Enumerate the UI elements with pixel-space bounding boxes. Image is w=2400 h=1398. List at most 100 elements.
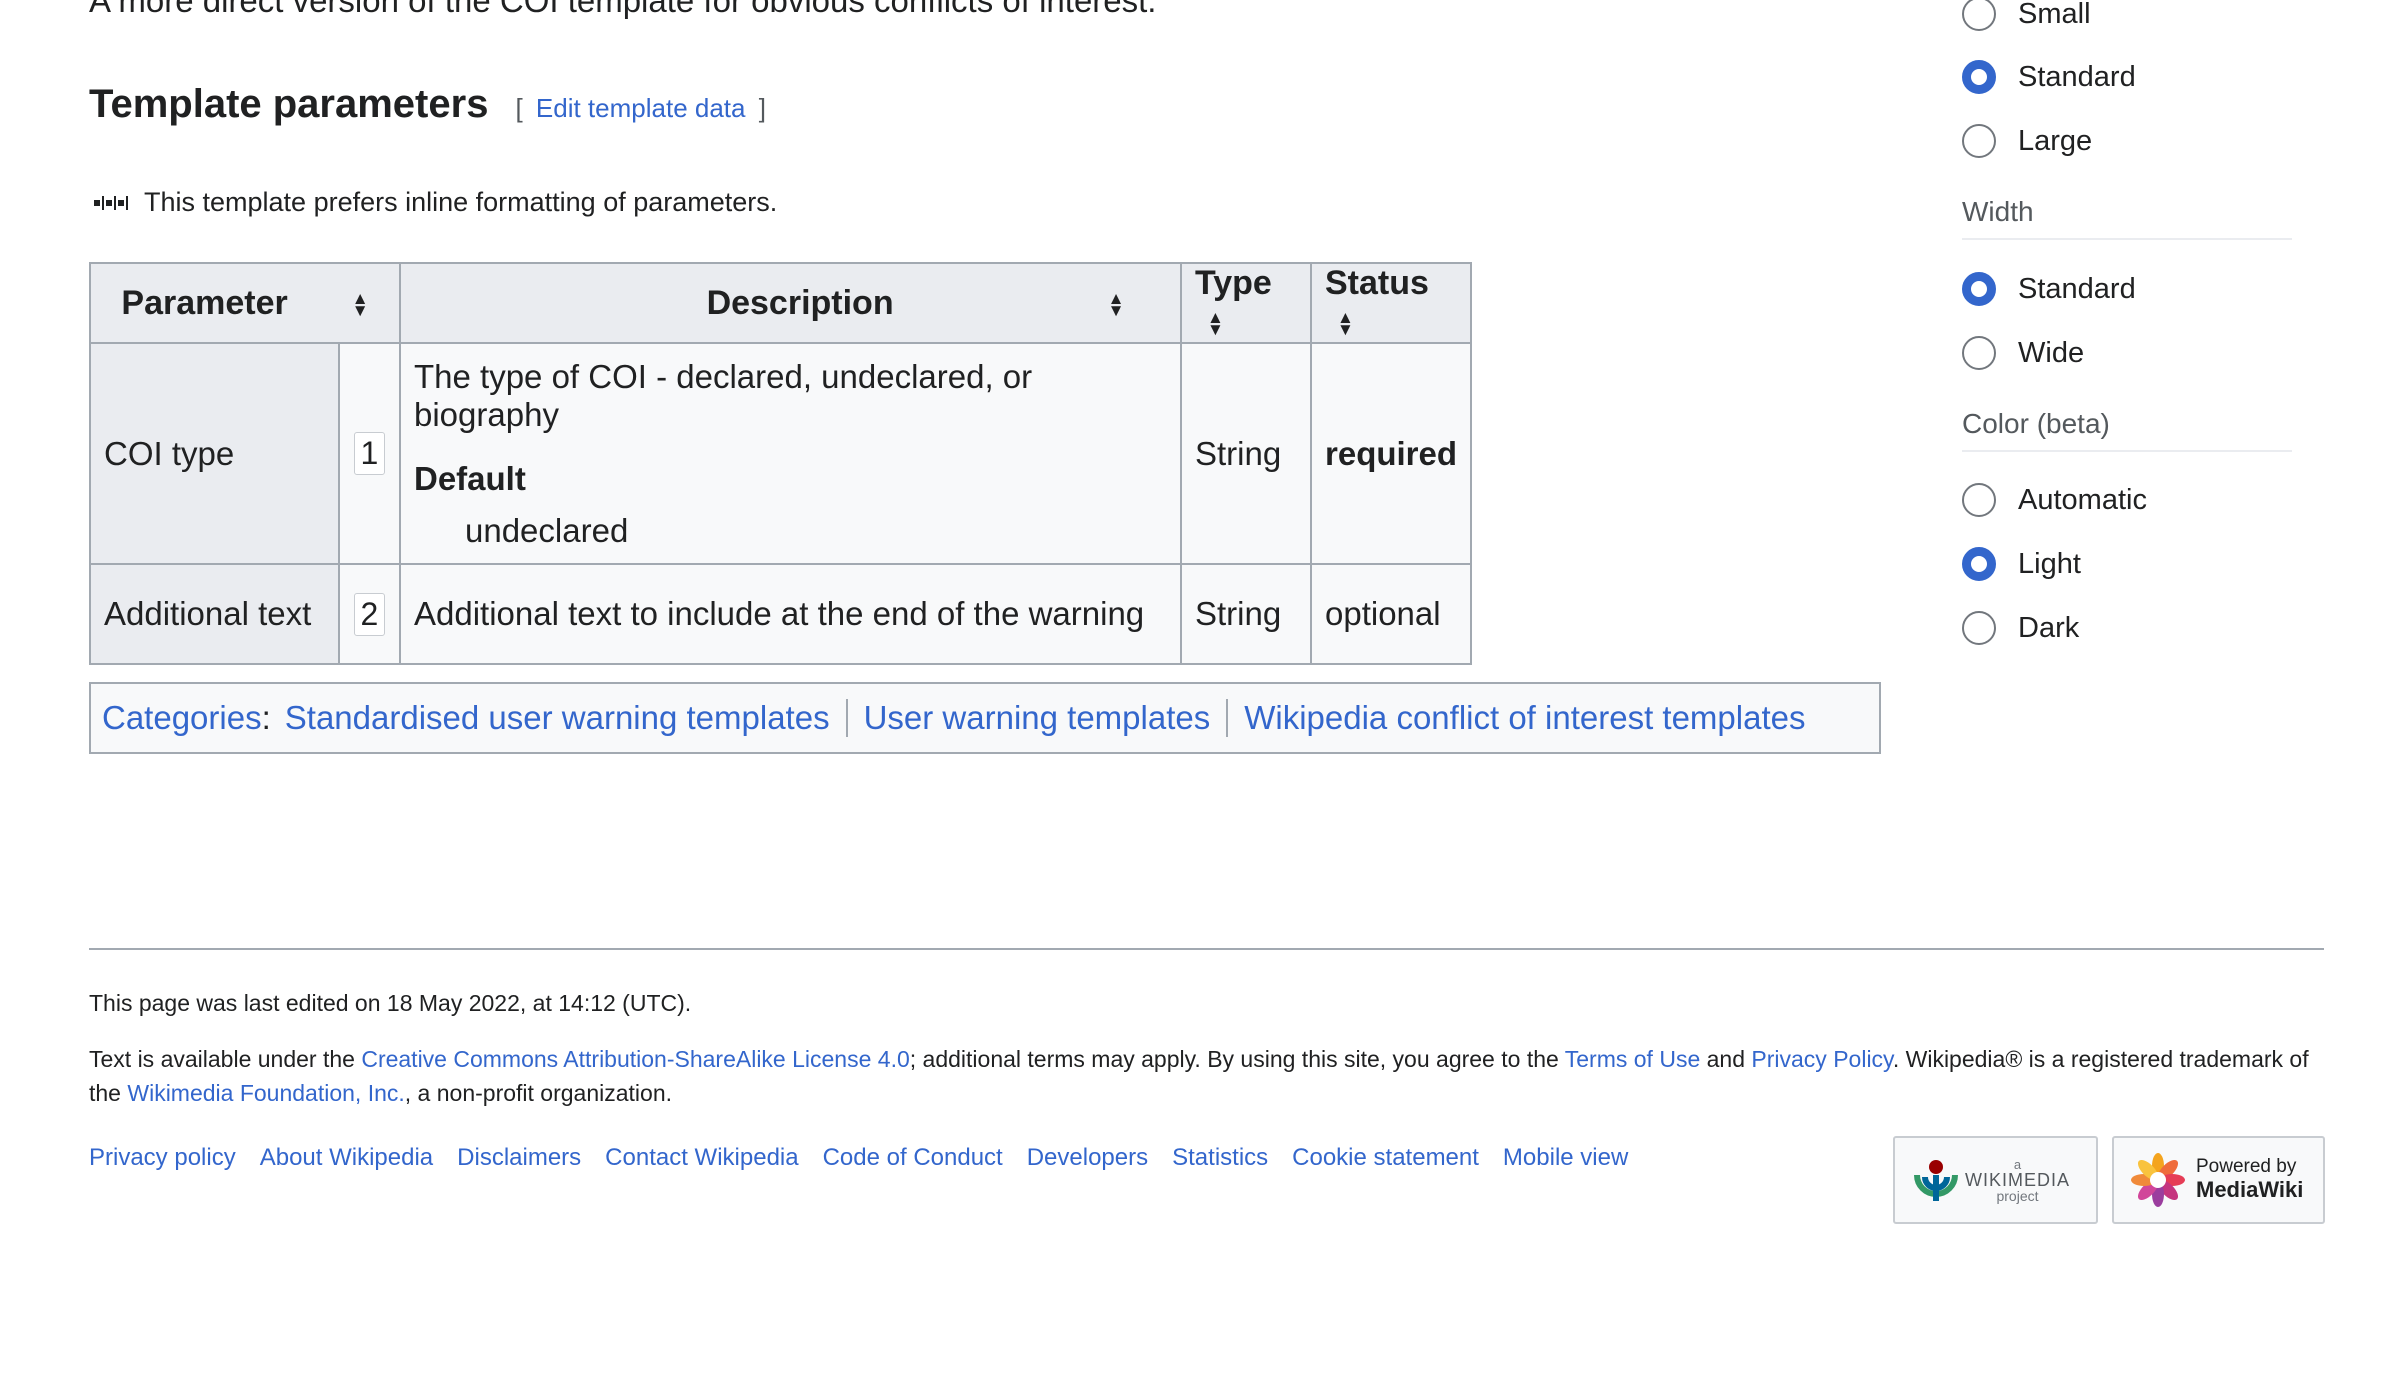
param-status: required [1309, 342, 1473, 565]
footer-license: Text is available under the Creative Com… [89, 1042, 2329, 1110]
color-option-light[interactable]: Light [1962, 547, 2081, 581]
table-row: COI type 1 The type of COI - declared, u… [89, 342, 1473, 565]
radio-label: Standard [2018, 272, 2136, 305]
license-prefix: Text is available under the [89, 1046, 362, 1072]
wikimedia-badge-name: WIKIMEDIA [1965, 1169, 2071, 1190]
table-row: Additional text 2 Additional text to inc… [89, 563, 1473, 665]
sort-icon[interactable]: ▲ ▼ [1207, 309, 1224, 338]
privacy-policy-link[interactable]: Privacy Policy [1751, 1046, 1892, 1072]
inline-format-note: This template prefers inline formatting … [92, 187, 777, 218]
mediawiki-badge-line1: Powered by [2196, 1156, 2297, 1178]
inline-format-note-text: This template prefers inline formatting … [144, 187, 778, 217]
column-header-label: Description [706, 283, 894, 322]
footer-link-contact[interactable]: Contact Wikipedia [605, 1144, 798, 1172]
radio-button-checked[interactable] [1962, 272, 1996, 306]
edit-template-data-link[interactable]: Edit template data [536, 93, 746, 123]
edit-template-data-wrap: [ Edit template data ] [515, 93, 766, 124]
radio-label: Light [2018, 547, 2081, 580]
column-header-label: Parameter [121, 283, 288, 322]
footer-link-mobile-view[interactable]: Mobile view [1503, 1144, 1628, 1172]
footer-link-developers[interactable]: Developers [1027, 1144, 1148, 1172]
radio-button[interactable] [1962, 611, 1996, 645]
radio-label: Standard [2018, 60, 2136, 93]
inline-format-icon [94, 195, 128, 210]
footer-link-about[interactable]: About Wikipedia [260, 1144, 433, 1172]
footer-link-cookie-statement[interactable]: Cookie statement [1292, 1144, 1479, 1172]
category-links-box: Categories: Standardised user warning te… [89, 682, 1881, 754]
param-description: The type of COI - declared, undeclared, … [414, 357, 1033, 433]
text-size-option-standard[interactable]: Standard [1962, 60, 2136, 94]
param-name: COI type [89, 342, 340, 565]
radio-button-checked[interactable] [1962, 60, 1996, 94]
nonprofit-text: , a non-profit organization. [404, 1080, 672, 1106]
param-number-cell: 1 [337, 342, 402, 565]
param-type: String [1180, 563, 1312, 665]
param-type: String [1180, 342, 1312, 565]
footer-link-privacy-policy[interactable]: Privacy policy [89, 1144, 236, 1172]
column-header-status[interactable]: Status ▲ ▼ [1309, 262, 1473, 344]
width-heading: Width [1962, 196, 2292, 240]
param-number: 1 [353, 432, 386, 475]
param-status: optional [1309, 563, 1473, 665]
color-option-automatic[interactable]: Automatic [1962, 483, 2147, 517]
radio-label: Small [2018, 0, 2091, 30]
table-header-row: Parameter ▲ ▼ Description ▲ ▼ Type ▲ ▼ Status ▲… [89, 262, 1473, 344]
width-option-wide[interactable]: Wide [1962, 336, 2084, 370]
footer-places: Privacy policy About Wikipedia Disclaime… [89, 1144, 1652, 1172]
wikimedia-project-badge[interactable]: a WIKIMEDIA project [1893, 1136, 2098, 1224]
text-size-option-small[interactable]: Small [1962, 0, 2091, 31]
radio-button[interactable] [1962, 483, 1996, 517]
footer-divider [89, 948, 2324, 950]
template-parameters-heading-row: Template parameters [ Edit template data… [89, 82, 766, 127]
sort-icon[interactable]: ▲ ▼ [1108, 290, 1125, 319]
template-parameters-table: Parameter ▲ ▼ Description ▲ ▼ Type ▲ ▼ Status ▲… [89, 262, 1473, 665]
param-description-cell: The type of COI - declared, undeclared, … [399, 342, 1182, 565]
width-option-standard[interactable]: Standard [1962, 272, 2136, 306]
radio-button-checked[interactable] [1962, 547, 1996, 581]
categories-colon: : [261, 699, 271, 736]
footer-link-code-of-conduct[interactable]: Code of Conduct [823, 1144, 1003, 1172]
param-number-cell: 2 [337, 563, 402, 665]
footer-link-disclaimers[interactable]: Disclaimers [457, 1144, 581, 1172]
footer-last-edited: This page was last edited on 18 May 2022… [89, 990, 692, 1016]
param-name: Additional text [89, 563, 340, 665]
terms-of-use-link[interactable]: Terms of Use [1565, 1046, 1700, 1072]
radio-label: Dark [2018, 611, 2080, 644]
default-value: undeclared [465, 511, 629, 549]
category-separator [845, 699, 848, 737]
sort-icon[interactable]: ▲ ▼ [352, 290, 369, 319]
column-header-label: Type [1195, 264, 1272, 302]
radio-button[interactable] [1962, 0, 1996, 31]
wikimedia-badge-small: a [2013, 1156, 2022, 1172]
category-link[interactable]: Wikipedia conflict of interest templates [1244, 699, 1805, 737]
color-option-dark[interactable]: Dark [1962, 611, 2079, 645]
powered-by-mediawiki-badge[interactable]: Powered by MediaWiki [2112, 1136, 2325, 1224]
default-label: Default [414, 459, 526, 497]
wikimedia-foundation-link[interactable]: Wikimedia Foundation, Inc. [127, 1080, 404, 1106]
template-intro-text: A more direct version of the COI templat… [89, 0, 1157, 19]
category-link[interactable]: Standardised user warning templates [285, 699, 830, 737]
sort-icon[interactable]: ▲ ▼ [1337, 309, 1354, 338]
cc-license-link[interactable]: Creative Commons Attribution-ShareAlike … [361, 1046, 909, 1072]
radio-label: Wide [2018, 336, 2085, 369]
param-number: 2 [353, 592, 386, 636]
footer-link-statistics[interactable]: Statistics [1172, 1144, 1268, 1172]
bracket-open: [ [515, 93, 523, 123]
category-link[interactable]: User warning templates [864, 699, 1211, 737]
column-header-description[interactable]: Description ▲ ▼ [399, 262, 1182, 344]
radio-button[interactable] [1962, 124, 1996, 158]
column-header-type[interactable]: Type ▲ ▼ [1180, 262, 1312, 344]
wikimedia-badge-sub: project [1996, 1187, 2039, 1204]
categories-link[interactable]: Categories [102, 699, 262, 737]
text-size-option-large[interactable]: Large [1962, 124, 2092, 158]
column-header-parameter[interactable]: Parameter ▲ ▼ [89, 262, 401, 344]
license-and: and [1700, 1046, 1752, 1072]
license-mid: ; additional terms may apply. By using t… [909, 1046, 1565, 1072]
param-description: Additional text to include at the end of… [399, 563, 1182, 665]
bracket-close: ] [758, 93, 766, 123]
color-heading: Color (beta) [1962, 408, 2292, 452]
column-header-label: Status [1325, 264, 1429, 302]
radio-button[interactable] [1962, 336, 1996, 370]
template-parameters-heading: Template parameters [89, 82, 489, 126]
mediawiki-badge-line2: MediaWiki [2196, 1177, 2304, 1203]
